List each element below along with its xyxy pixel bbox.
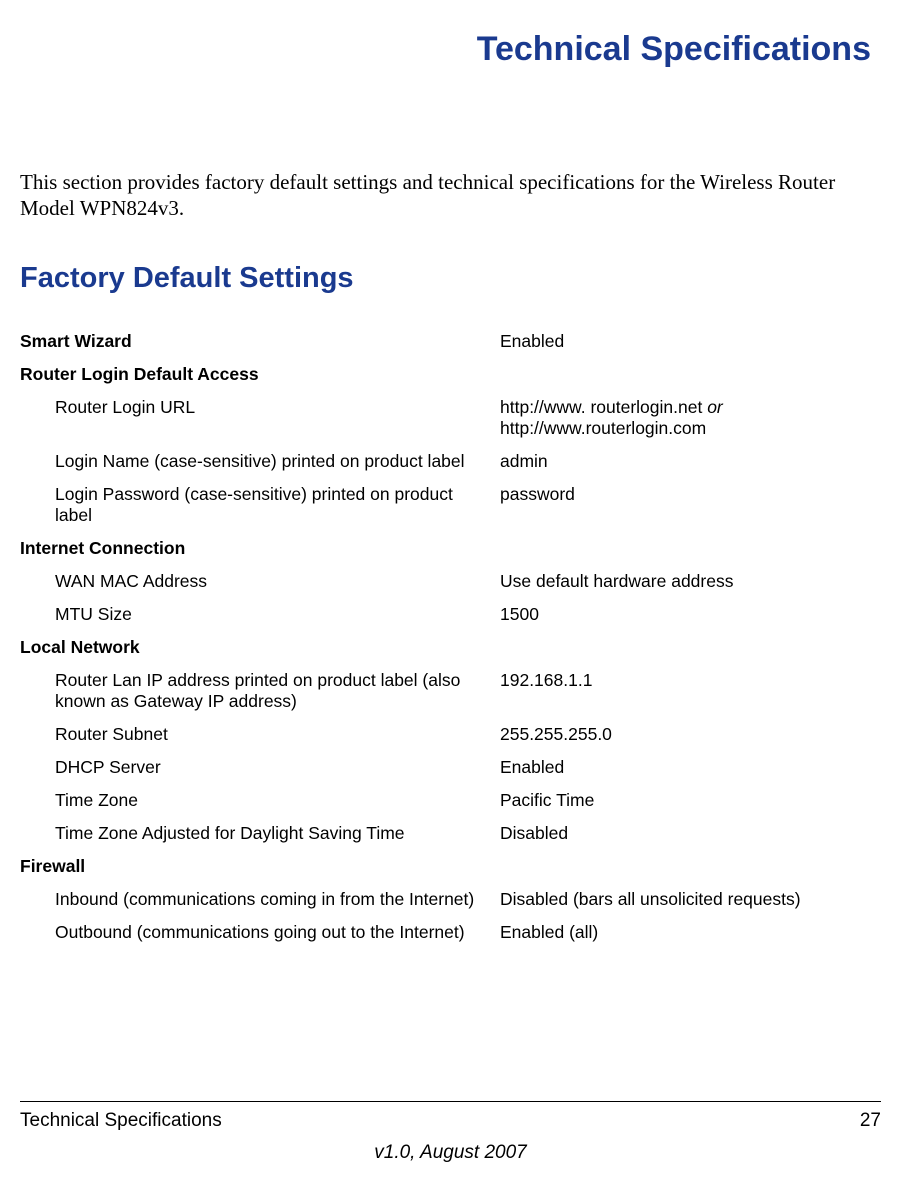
row-label: MTU Size [20, 604, 500, 625]
table-row: WAN MAC Address Use default hardware add… [20, 565, 881, 598]
url-line2: http://www.routerlogin.com [500, 418, 706, 438]
table-row: Time Zone Adjusted for Daylight Saving T… [20, 817, 881, 850]
settings-table: Smart Wizard Enabled Router Login Defaul… [20, 325, 881, 949]
page-footer: Technical Specifications 27 v1.0, August… [20, 1101, 881, 1164]
row-value: 192.168.1.1 [500, 670, 881, 712]
row-value: 255.255.255.0 [500, 724, 881, 745]
row-value: Enabled [500, 757, 881, 778]
table-row: Outbound (communications going out to th… [20, 916, 881, 949]
table-row: Inbound (communications coming in from t… [20, 883, 881, 916]
row-label: Login Password (case-sensitive) printed … [20, 484, 500, 526]
table-row: Router Login URL http://www. routerlogin… [20, 391, 881, 445]
row-value: http://www. routerlogin.net or http://ww… [500, 397, 881, 439]
row-label: Router Lan IP address printed on product… [20, 670, 500, 712]
table-row: Smart Wizard Enabled [20, 325, 881, 358]
table-row: Local Network [20, 631, 881, 664]
row-value: Disabled (bars all unsolicited requests) [500, 889, 881, 910]
url-or: or [707, 397, 723, 417]
footer-version: v1.0, August 2007 [20, 1142, 881, 1164]
row-label: Time Zone Adjusted for Daylight Saving T… [20, 823, 500, 844]
row-label: Internet Connection [20, 538, 500, 559]
row-label: Router Subnet [20, 724, 500, 745]
url-line1: http://www. routerlogin.net [500, 397, 707, 417]
table-row: Firewall [20, 850, 881, 883]
row-value: admin [500, 451, 881, 472]
table-row: Login Name (case-sensitive) printed on p… [20, 445, 881, 478]
row-value: Pacific Time [500, 790, 881, 811]
section-heading: Factory Default Settings [20, 262, 881, 295]
row-label: Login Name (case-sensitive) printed on p… [20, 451, 500, 472]
table-row: Time Zone Pacific Time [20, 784, 881, 817]
page-title: Technical Specifications [20, 30, 871, 69]
table-row: Internet Connection [20, 532, 881, 565]
footer-divider [20, 1101, 881, 1102]
row-value [500, 538, 881, 559]
row-label: Inbound (communications coming in from t… [20, 889, 500, 910]
row-label: Local Network [20, 637, 500, 658]
table-row: Router Subnet 255.255.255.0 [20, 718, 881, 751]
row-value: 1500 [500, 604, 881, 625]
row-value: Enabled (all) [500, 922, 881, 943]
row-value [500, 856, 881, 877]
row-value [500, 364, 881, 385]
row-value: Enabled [500, 331, 881, 352]
row-value: Use default hardware address [500, 571, 881, 592]
footer-page-number: 27 [860, 1110, 881, 1132]
table-row: MTU Size 1500 [20, 598, 881, 631]
row-label: Router Login URL [20, 397, 500, 439]
row-label: WAN MAC Address [20, 571, 500, 592]
row-value: Disabled [500, 823, 881, 844]
table-row: Router Login Default Access [20, 358, 881, 391]
footer-left: Technical Specifications [20, 1110, 222, 1132]
table-row: Login Password (case-sensitive) printed … [20, 478, 881, 532]
row-label: Outbound (communications going out to th… [20, 922, 500, 943]
intro-paragraph: This section provides factory default se… [20, 169, 881, 222]
table-row: DHCP Server Enabled [20, 751, 881, 784]
row-label: Firewall [20, 856, 500, 877]
row-value: password [500, 484, 881, 526]
table-row: Router Lan IP address printed on product… [20, 664, 881, 718]
row-label: Router Login Default Access [20, 364, 500, 385]
row-label: Time Zone [20, 790, 500, 811]
row-value [500, 637, 881, 658]
row-label: DHCP Server [20, 757, 500, 778]
row-label: Smart Wizard [20, 331, 500, 352]
